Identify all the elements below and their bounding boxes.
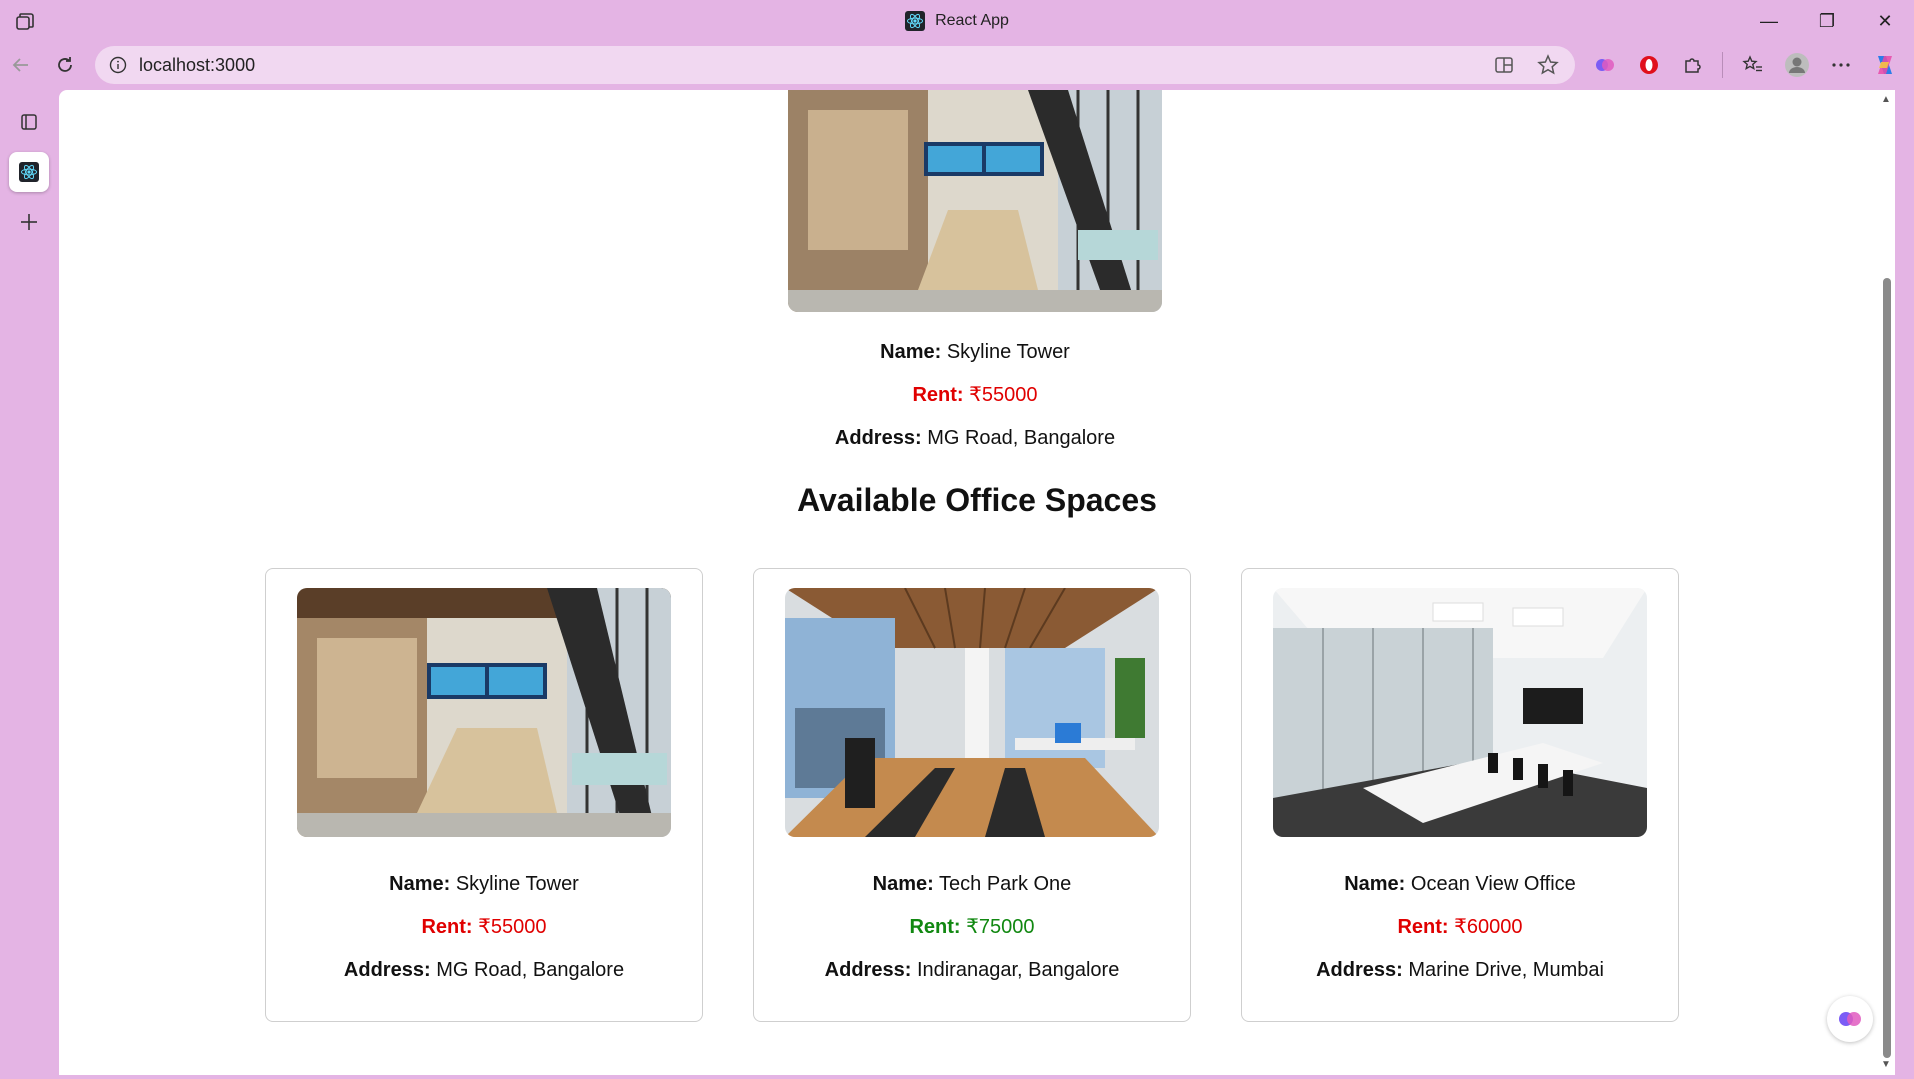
office-card: Name: Tech Park One Rent: ₹75000 Address… bbox=[753, 568, 1191, 1022]
copilot-floating-button[interactable] bbox=[1827, 996, 1873, 1042]
scroll-down-arrow-icon[interactable]: ▼ bbox=[1880, 1059, 1892, 1071]
back-arrow-icon bbox=[12, 58, 28, 72]
react-icon bbox=[19, 162, 39, 182]
office-list: Name: Skyline Tower Rent: ₹55000 Address… bbox=[265, 568, 1679, 1022]
page-viewport: Name: Skyline Tower Rent: ₹55000 Address… bbox=[59, 90, 1895, 1075]
refresh-button[interactable] bbox=[50, 50, 80, 80]
close-button[interactable]: ✕ bbox=[1856, 0, 1914, 42]
scroll-up-arrow-icon[interactable]: ▲ bbox=[1880, 94, 1892, 106]
office-photo-skyline-tower bbox=[788, 90, 1162, 312]
title-bar: React App — ❐ ✕ bbox=[0, 0, 1914, 42]
office-address: Address: Marine Drive, Mumbai bbox=[1316, 959, 1604, 981]
office-photo-skyline-tower bbox=[297, 588, 671, 837]
vertical-scrollbar[interactable]: ▲ ▼ bbox=[1877, 90, 1895, 1075]
site-info-icon[interactable] bbox=[107, 54, 129, 76]
restore-button[interactable]: ❐ bbox=[1798, 0, 1856, 42]
favorites-list-icon[interactable] bbox=[1738, 50, 1768, 80]
office-rent: Rent: ₹55000 bbox=[421, 916, 547, 938]
office-name: Name: Tech Park One bbox=[872, 873, 1072, 895]
office-photo-ocean-view-office bbox=[1273, 588, 1647, 837]
url-text[interactable]: localhost:3000 bbox=[139, 55, 255, 76]
copilot-brain-icon bbox=[1839, 1012, 1861, 1026]
office-name: Name: Ocean View Office bbox=[1344, 873, 1576, 895]
office-address: Address: Indiranagar, Bangalore bbox=[824, 959, 1120, 981]
opera-extension-icon[interactable] bbox=[1634, 50, 1664, 80]
favorite-star-icon[interactable] bbox=[1535, 52, 1561, 78]
window-title: React App bbox=[905, 11, 1009, 31]
scrollbar-thumb[interactable] bbox=[1883, 278, 1891, 1058]
vertical-tab-strip bbox=[0, 92, 58, 242]
back-button[interactable] bbox=[6, 50, 36, 80]
extensions-puzzle-icon[interactable] bbox=[1678, 50, 1708, 80]
plus-icon bbox=[21, 214, 37, 230]
office-photo-tech-park-one bbox=[785, 588, 1159, 837]
office-name: Name: Skyline Tower bbox=[389, 873, 579, 895]
office-rent: Rent: ₹60000 bbox=[1397, 916, 1523, 938]
featured-name: Name: Skyline Tower bbox=[880, 341, 1070, 363]
office-card: Name: Skyline Tower Rent: ₹55000 Address… bbox=[265, 568, 703, 1022]
minimize-button[interactable]: — bbox=[1740, 0, 1798, 42]
profile-avatar-icon[interactable] bbox=[1782, 50, 1812, 80]
copilot-icon[interactable] bbox=[1870, 50, 1900, 80]
window-title-text: React App bbox=[935, 12, 1009, 29]
tab-react-app[interactable] bbox=[9, 152, 49, 192]
tab-actions-button[interactable] bbox=[9, 102, 49, 142]
featured-rent: Rent: ₹55000 bbox=[912, 384, 1038, 406]
page-title: Available Office Spaces bbox=[797, 482, 1157, 518]
featured-office: Name: Skyline Tower Rent: ₹55000 Address… bbox=[788, 90, 1162, 450]
more-options-icon[interactable] bbox=[1826, 50, 1856, 80]
refresh-icon bbox=[58, 57, 72, 72]
react-icon bbox=[905, 11, 926, 31]
workspaces-icon[interactable] bbox=[14, 11, 36, 33]
office-rent: Rent: ₹75000 bbox=[909, 916, 1035, 938]
tab-actions-icon bbox=[21, 114, 37, 130]
office-card: Name: Ocean View Office Rent: ₹60000 Add… bbox=[1241, 568, 1679, 1022]
office-address: Address: MG Road, Bangalore bbox=[343, 959, 625, 981]
toolbar-divider bbox=[1722, 52, 1724, 78]
featured-address: Address: MG Road, Bangalore bbox=[834, 427, 1116, 449]
address-bar[interactable]: localhost:3000 bbox=[95, 46, 1575, 84]
browser-toolbar: localhost:3000 bbox=[0, 44, 1914, 86]
copilot-extension-icon[interactable] bbox=[1590, 50, 1620, 80]
new-tab-button[interactable] bbox=[9, 202, 49, 242]
split-screen-icon[interactable] bbox=[1491, 52, 1517, 78]
